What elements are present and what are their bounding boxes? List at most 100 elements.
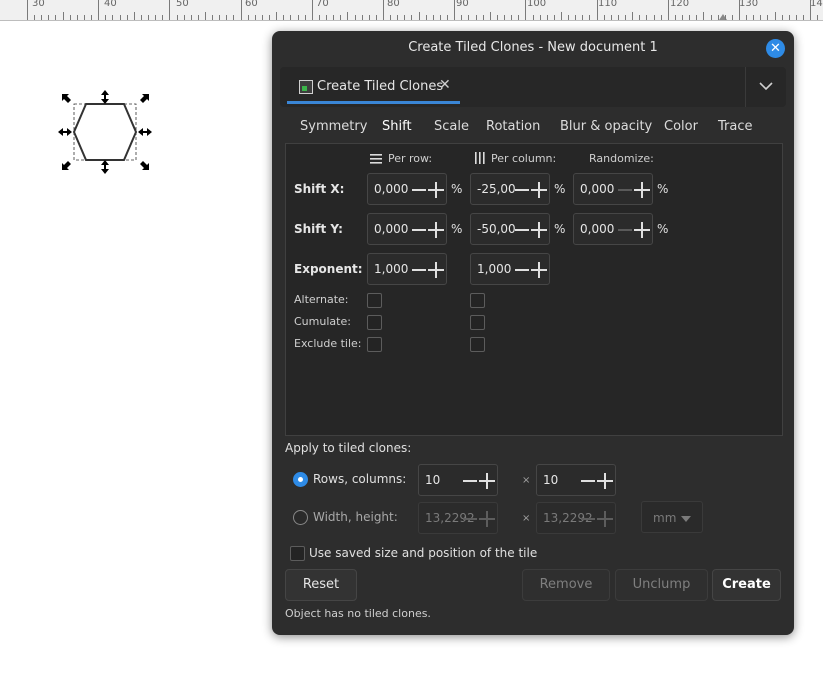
plus-icon[interactable] [634,222,650,238]
tab-bar: Symmetry Shift Scale Rotation Blur & opa… [286,119,780,146]
tab-trace[interactable]: Trace [718,119,753,143]
minus-icon[interactable] [412,189,426,191]
minus-icon[interactable] [515,269,529,271]
spin-value[interactable]: 1,000 [374,262,408,276]
plus-icon[interactable] [428,262,444,278]
tab-rotation[interactable]: Rotation [486,119,540,143]
minus-icon[interactable] [581,480,595,482]
per-column-icon [475,152,485,164]
ruler-tick [625,15,626,20]
rows-spin[interactable]: 10 [418,464,498,496]
ruler-tick [120,15,121,20]
plus-icon[interactable] [531,262,547,278]
dock-tab-create-tiled-clones[interactable]: Create Tiled Clones ✕ [287,71,460,104]
unit-dropdown[interactable]: mm [641,501,703,533]
spin-value[interactable]: 0,000 [580,222,614,236]
minus-icon[interactable] [618,229,632,231]
ruler-tick [177,15,178,20]
exclude-tile-per-column-checkbox[interactable] [470,337,485,352]
dialog-titlebar[interactable]: Create Tiled Clones - New document 1 ✕ [272,31,794,65]
ruler-tick [55,15,56,20]
tab-shift[interactable]: Shift [382,119,412,146]
ruler-tick [483,15,484,20]
alternate-per-column-checkbox[interactable] [470,293,485,308]
tab-symmetry[interactable]: Symmetry [300,119,367,143]
exponent-per-row-spin[interactable]: 1,000 [367,253,447,285]
plus-icon[interactable] [428,222,444,238]
plus-icon[interactable] [531,222,547,238]
cumulate-per-column-checkbox[interactable] [470,315,485,330]
tab-blur-opacity[interactable]: Blur & opacity [560,119,652,143]
spin-value[interactable]: 0,000 [374,182,408,196]
ruler-tick [205,12,206,20]
remove-button[interactable]: Remove [522,569,610,601]
shift-y-per-column-spin[interactable]: -50,00 [470,213,550,245]
plus-icon[interactable] [597,473,613,489]
plus-icon[interactable] [531,182,547,198]
tab-scale[interactable]: Scale [434,119,469,143]
unclump-button[interactable]: Unclump [615,569,708,601]
minus-icon[interactable] [463,480,477,482]
percent-unit: % [554,182,566,196]
create-button[interactable]: Create [712,569,781,601]
tab-color[interactable]: Color [664,119,698,143]
plus-icon[interactable] [634,182,650,198]
dock-menu-button[interactable] [745,67,786,107]
ruler-tick [404,15,405,20]
shift-x-randomize-spin[interactable]: 0,000 [573,173,653,205]
reset-button[interactable]: Reset [285,569,357,601]
minus-icon[interactable] [581,518,595,520]
rows-columns-label[interactable]: Rows, columns: [313,472,406,486]
shift-x-per-row-spin[interactable]: 0,000 [367,173,447,205]
width-height-label[interactable]: Width, height: [313,510,398,524]
per-column-header: Per column: [491,152,557,165]
columns-spin[interactable]: 10 [536,464,616,496]
exponent-per-column-spin[interactable]: 1,000 [470,253,550,285]
ruler-tick [646,15,647,20]
minus-icon[interactable] [515,229,529,231]
spin-value[interactable]: 1,000 [477,262,511,276]
minus-icon[interactable] [463,518,477,520]
ruler-label: 130 [739,0,759,9]
ruler-tick [440,15,441,20]
plus-icon[interactable] [597,511,613,527]
shift-y-per-row-spin[interactable]: 0,000 [367,213,447,245]
cumulate-per-row-checkbox[interactable] [367,315,382,330]
close-button[interactable]: ✕ [766,39,785,58]
height-spin[interactable]: 13,2292 [536,502,616,534]
ruler-tick [27,0,28,20]
plus-icon[interactable] [428,182,444,198]
ruler-tick [661,15,662,20]
width-height-radio[interactable] [293,510,308,525]
alternate-per-row-checkbox[interactable] [367,293,382,308]
plus-icon[interactable] [479,473,495,489]
ruler-tick [511,15,512,20]
minus-icon[interactable] [412,269,426,271]
minus-icon[interactable] [412,229,426,231]
spin-value[interactable]: 10 [425,473,440,487]
ruler-tick [290,15,291,20]
spin-value[interactable]: 10 [543,473,558,487]
exclude-tile-per-row-checkbox[interactable] [367,337,382,352]
spin-value[interactable]: 0,000 [580,182,614,196]
use-saved-size-label[interactable]: Use saved size and position of the tile [309,546,537,560]
minus-icon[interactable] [618,189,632,191]
ruler-tick [504,15,505,20]
plus-icon[interactable] [479,511,495,527]
spin-value[interactable]: -25,00 [477,182,516,196]
selected-hexagon[interactable] [56,88,156,176]
exponent-label: Exponent: [294,262,363,276]
spin-value[interactable]: -50,00 [477,222,516,236]
dock-tab-close-icon[interactable]: ✕ [439,77,451,93]
shift-x-per-column-spin[interactable]: -25,00 [470,173,550,205]
shift-y-randomize-spin[interactable]: 0,000 [573,213,653,245]
minus-icon[interactable] [515,189,529,191]
ruler-tick [732,15,733,20]
rows-columns-radio[interactable] [293,472,308,487]
spin-value[interactable]: 0,000 [374,222,408,236]
ruler-tick [533,15,534,20]
width-spin[interactable]: 13,2292 [418,502,498,534]
ruler-tick [262,15,263,20]
use-saved-size-checkbox[interactable] [290,546,305,561]
horizontal-ruler[interactable]: 30 40 50 60 70 80 90 100 110 120 130 140 [0,0,823,21]
